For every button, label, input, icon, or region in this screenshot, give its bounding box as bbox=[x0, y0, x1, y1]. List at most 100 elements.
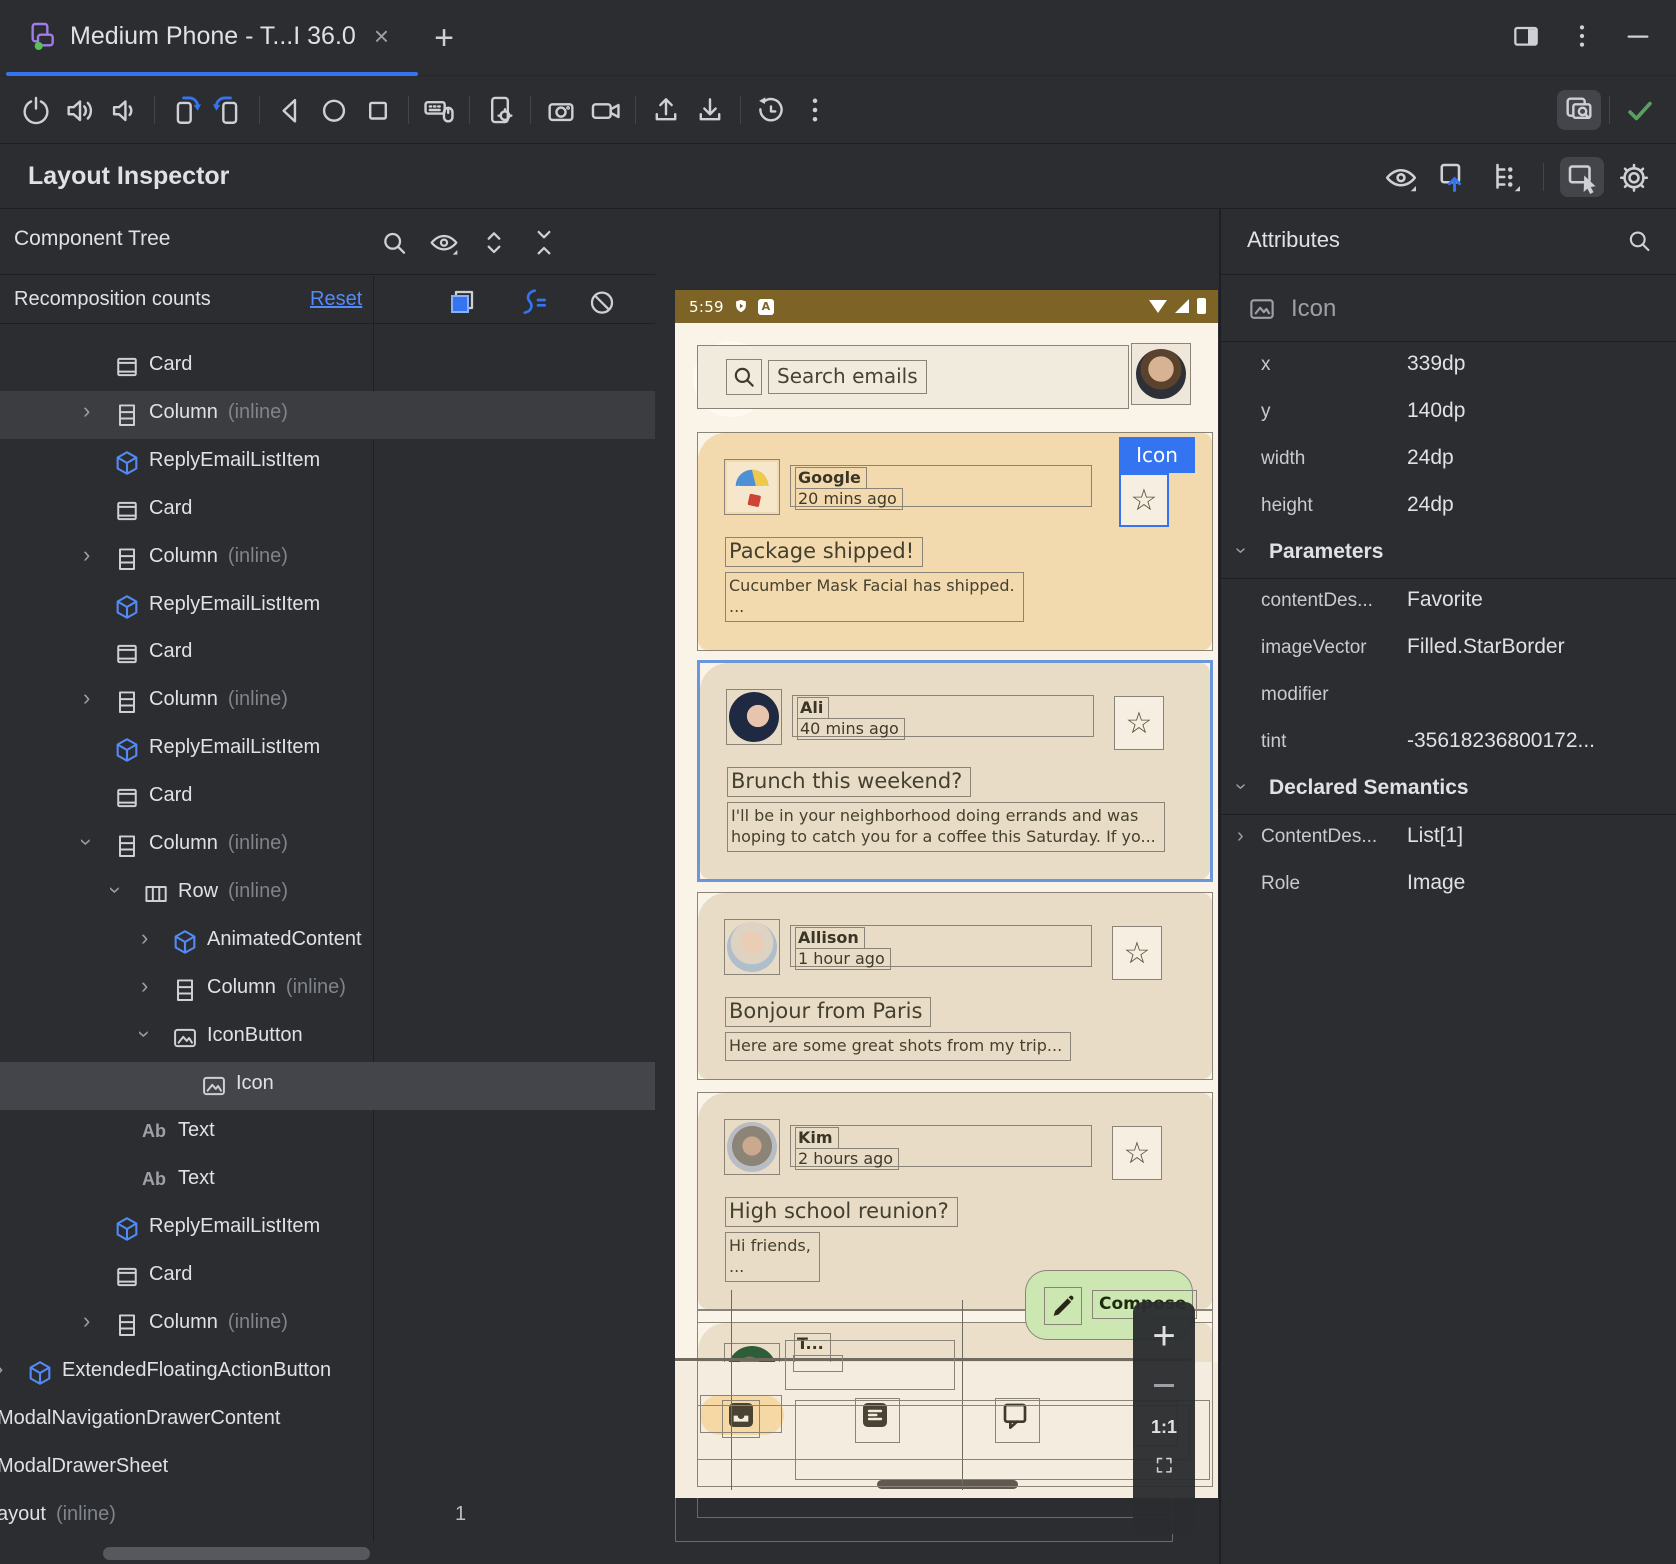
attributes-section-declared-semantics[interactable]: ›Declared Semantics bbox=[1221, 767, 1676, 815]
import-inspection-button[interactable] bbox=[1431, 157, 1475, 197]
tree-row-card[interactable]: Card bbox=[0, 774, 655, 822]
tree-row-ayout[interactable]: ayout(inline)1 bbox=[0, 1493, 655, 1541]
attribute-row-width[interactable]: width24dp bbox=[1221, 437, 1676, 484]
check-button[interactable] bbox=[1618, 90, 1662, 130]
rotate-left-button[interactable] bbox=[163, 90, 207, 130]
tree-row-column[interactable]: ›Column(inline) bbox=[0, 391, 655, 439]
tree-row-extendedfloatingactionbutton[interactable]: ›ExtendedFloatingActionButton bbox=[0, 1349, 655, 1397]
tree-row-card[interactable]: Card bbox=[0, 630, 655, 678]
tree-row-replyemaillistitem[interactable]: ReplyEmailListItem bbox=[0, 439, 655, 487]
attribute-row-x[interactable]: x339dp bbox=[1221, 343, 1676, 390]
more-vertical-icon[interactable] bbox=[1562, 16, 1602, 56]
tree-row-column[interactable]: ›Column(inline) bbox=[0, 1301, 655, 1349]
email-card-google[interactable]: Google20 mins agoIcon☆Package shipped!Cu… bbox=[697, 432, 1213, 651]
tree-row-column[interactable]: ›Column(inline) bbox=[0, 678, 655, 726]
download-button[interactable] bbox=[688, 90, 732, 130]
device-settings-button[interactable] bbox=[478, 90, 522, 130]
expand-all-button[interactable] bbox=[472, 222, 516, 262]
email-card-allison[interactable]: Allison1 hour ago☆Bonjour from ParisHere… bbox=[697, 892, 1213, 1080]
attribute-row-y[interactable]: y140dp bbox=[1221, 390, 1676, 437]
search-button[interactable] bbox=[372, 222, 416, 262]
tree-row-modalnavigationdrawercontent[interactable]: ModalNavigationDrawerContent bbox=[0, 1397, 655, 1445]
search-bar[interactable]: Search emails bbox=[697, 345, 1129, 409]
zoom-fit-icon[interactable] bbox=[1153, 1454, 1175, 1476]
volume-up-button[interactable] bbox=[58, 90, 102, 130]
chevron-right-icon[interactable]: › bbox=[1237, 825, 1244, 848]
keyboard-mouse-button[interactable] bbox=[417, 90, 461, 130]
tree-row-card[interactable]: Card bbox=[0, 487, 655, 535]
reset-button[interactable] bbox=[749, 90, 793, 130]
tree-row-card[interactable]: Card bbox=[0, 1253, 655, 1301]
collapse-all-button[interactable] bbox=[522, 222, 566, 262]
no-recomposition-button[interactable] bbox=[580, 282, 624, 322]
chevron-right-icon[interactable]: › bbox=[141, 925, 148, 951]
chevron-right-icon[interactable]: › bbox=[83, 398, 90, 424]
power-button[interactable] bbox=[14, 90, 58, 130]
tree-row-text[interactable]: AbText bbox=[0, 1109, 655, 1157]
tree-row-column[interactable]: ›Column(inline) bbox=[0, 966, 655, 1014]
chevron-right-icon[interactable]: › bbox=[141, 973, 148, 999]
chevron-down-icon[interactable]: › bbox=[103, 886, 129, 893]
tree-row-column[interactable]: ›Column(inline) bbox=[0, 822, 655, 870]
add-tab-button[interactable]: + bbox=[424, 18, 464, 58]
attribute-row-contentDes[interactable]: contentDes...Favorite bbox=[1221, 579, 1676, 626]
tree-row-modaldrawersheet[interactable]: ModalDrawerSheet bbox=[0, 1445, 655, 1493]
tree-row-icon[interactable]: Icon bbox=[0, 1062, 655, 1110]
window-layout-icon[interactable] bbox=[1506, 16, 1546, 56]
favorite-star-icon[interactable]: ☆ bbox=[1112, 1126, 1162, 1180]
tab-running-devices[interactable]: Medium Phone - T...I 36.0 × bbox=[8, 0, 403, 72]
favorite-star-icon[interactable]: ☆ bbox=[1112, 926, 1162, 980]
tree-row-row[interactable]: ›Row(inline) bbox=[0, 870, 655, 918]
chevron-right-icon[interactable]: › bbox=[83, 542, 90, 568]
rotate-right-button[interactable] bbox=[207, 90, 251, 130]
settings-button[interactable] bbox=[1612, 157, 1656, 197]
attribute-row-ContentDes[interactable]: ›ContentDes...List[1] bbox=[1221, 815, 1676, 862]
tree-row-replyemaillistitem[interactable]: ReplyEmailListItem bbox=[0, 726, 655, 774]
attribute-row-Role[interactable]: RoleImage bbox=[1221, 862, 1676, 909]
chevron-down-icon[interactable]: › bbox=[1229, 547, 1252, 554]
visibility-button[interactable] bbox=[1379, 157, 1423, 197]
profile-avatar[interactable] bbox=[1131, 343, 1191, 405]
attribute-row-tint[interactable]: tint-35618236800172... bbox=[1221, 720, 1676, 767]
tree-row-replyemaillistitem[interactable]: ReplyEmailListItem bbox=[0, 583, 655, 631]
tree-row-iconbutton[interactable]: ›IconButton bbox=[0, 1014, 655, 1062]
chevron-right-icon[interactable]: › bbox=[83, 685, 90, 711]
tree-row-replyemaillistitem[interactable]: ReplyEmailListItem bbox=[0, 1205, 655, 1253]
tab-close-icon[interactable]: × bbox=[374, 21, 389, 52]
tree-row-card[interactable]: Card bbox=[0, 343, 655, 391]
camera-button[interactable] bbox=[539, 90, 583, 130]
recomposition-highlight-button[interactable] bbox=[510, 282, 554, 322]
home-button[interactable] bbox=[312, 90, 356, 130]
favorite-star-icon[interactable]: ☆ bbox=[1119, 473, 1169, 527]
minimize-icon[interactable] bbox=[1618, 16, 1658, 56]
chevron-right-icon[interactable]: › bbox=[83, 1308, 90, 1334]
horizontal-scrollbar[interactable] bbox=[103, 1547, 370, 1560]
overview-button[interactable] bbox=[356, 90, 400, 130]
search-icon[interactable] bbox=[1624, 225, 1654, 255]
volume-down-button[interactable] bbox=[102, 90, 146, 130]
chevron-down-icon[interactable]: › bbox=[1229, 783, 1252, 790]
attributes-section-parameters[interactable]: ›Parameters bbox=[1221, 531, 1676, 579]
inspect-button[interactable] bbox=[1557, 90, 1601, 130]
more-vertical-button[interactable] bbox=[793, 90, 837, 130]
back-button[interactable] bbox=[268, 90, 312, 130]
tree-row-text[interactable]: AbText bbox=[0, 1157, 655, 1205]
tree-row-column[interactable]: ›Column(inline) bbox=[0, 535, 655, 583]
tree-row-animatedcontent[interactable]: ›AnimatedContent bbox=[0, 918, 655, 966]
chevron-down-icon[interactable]: › bbox=[132, 1030, 158, 1037]
email-card-ali[interactable]: Ali40 mins ago☆Brunch this weekend?I'll … bbox=[697, 660, 1213, 882]
upload-button[interactable] bbox=[644, 90, 688, 130]
favorite-star-icon[interactable]: ☆ bbox=[1114, 696, 1164, 750]
chevron-right-icon[interactable]: › bbox=[0, 1356, 3, 1382]
pick-element-button[interactable] bbox=[1560, 157, 1604, 197]
attribute-row-imageVector[interactable]: imageVectorFilled.StarBorder bbox=[1221, 626, 1676, 673]
chevron-down-icon[interactable]: › bbox=[74, 838, 100, 845]
copy-stack-button[interactable] bbox=[440, 282, 484, 322]
attribute-row-height[interactable]: height24dp bbox=[1221, 484, 1676, 531]
visibility-button[interactable] bbox=[422, 222, 466, 262]
reset-link[interactable]: Reset bbox=[310, 288, 362, 311]
zoom-in-button[interactable]: + bbox=[1152, 1316, 1175, 1356]
zoom-out-button[interactable] bbox=[1154, 1384, 1174, 1387]
zoom-ratio-button[interactable]: 1:1 bbox=[1151, 1417, 1177, 1438]
tree-view-button[interactable] bbox=[1483, 157, 1527, 197]
